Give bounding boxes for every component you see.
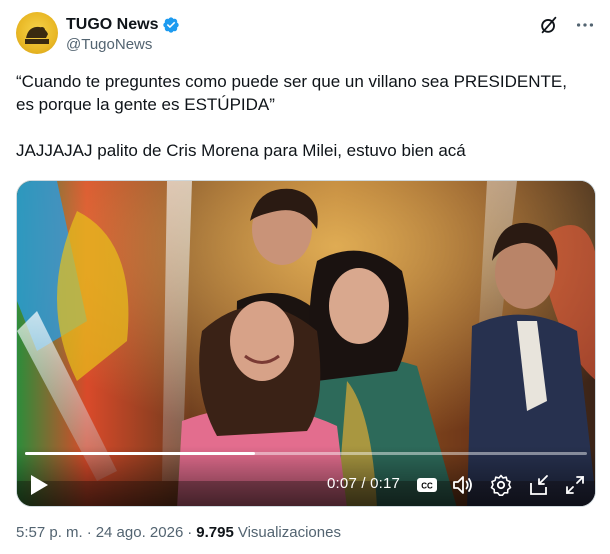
tweet-date[interactable]: 24 ago. 2026 — [96, 524, 184, 541]
grok-icon[interactable] — [538, 14, 560, 36]
fullscreen-icon[interactable] — [563, 473, 587, 497]
settings-icon[interactable] — [489, 473, 513, 497]
views-count[interactable]: 9.795 — [196, 524, 234, 541]
captions-icon[interactable]: CC — [415, 473, 439, 497]
video-progress-fill — [25, 452, 256, 455]
tweet-text-comment: JAJJAJAJ palito de Cris Morena para Mile… — [16, 141, 466, 160]
footer-separator-2: · — [187, 524, 193, 541]
video-progress-bar[interactable] — [25, 452, 587, 455]
tweet-header: TUGO News @TugoNews — [16, 12, 596, 56]
author-handle[interactable]: @TugoNews — [66, 36, 152, 53]
author-avatar[interactable] — [16, 12, 58, 54]
tweet-text: “Cuando te preguntes como puede ser que … — [16, 70, 594, 162]
verified-badge-icon — [163, 17, 180, 33]
video-time-label: 0:07 / 0:17 — [327, 475, 401, 492]
picture-in-picture-icon[interactable] — [527, 473, 551, 497]
tweet-footer: 5:57 p. m. · 24 ago. 2026 · 9.795 Visual… — [16, 524, 341, 541]
video-player[interactable]: 0:07 / 0:17 CC — [16, 180, 596, 507]
author-display-name[interactable]: TUGO News — [66, 16, 158, 34]
views-label: Visualizaciones — [237, 524, 341, 541]
tweet-time[interactable]: 5:57 p. m. — [16, 524, 83, 541]
footer-separator: · — [86, 524, 92, 541]
svg-text:CC: CC — [421, 482, 433, 491]
avatar-logo-icon — [25, 26, 49, 44]
volume-icon[interactable] — [451, 473, 475, 497]
play-icon[interactable] — [29, 474, 49, 496]
tweet-text-quote: “Cuando te preguntes como puede ser que … — [16, 72, 567, 114]
more-options-icon[interactable] — [574, 14, 596, 36]
